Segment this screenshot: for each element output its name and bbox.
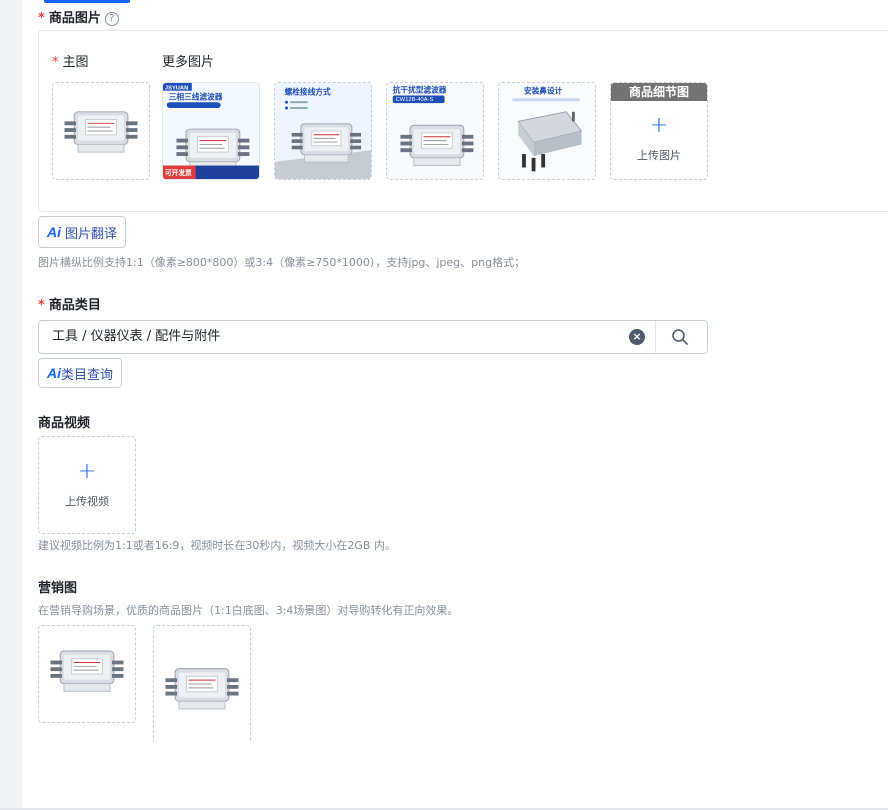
more-images-label: 更多图片 <box>162 55 215 70</box>
marketing-image-square[interactable] <box>38 625 136 723</box>
category-search-field[interactable]: 工具 / 仪器仪表 / 配件与附件 × <box>38 320 708 354</box>
filter-product-image <box>165 668 239 710</box>
main-image-thumb[interactable] <box>52 82 150 180</box>
left-gutter <box>0 0 22 810</box>
filter-product-image <box>50 650 124 692</box>
ai-icon: Ai <box>47 224 61 240</box>
upload-video-text: 上传视频 <box>65 495 109 508</box>
video-label: 商品视频 <box>38 416 91 431</box>
required-mark: * <box>38 11 45 26</box>
thumb-title: 螺栓接线方式 <box>285 87 331 97</box>
question-circle-icon[interactable]: ? <box>104 12 119 26</box>
thumb-title: 安装鼻设计 <box>524 86 563 96</box>
filter-product-image <box>64 111 138 153</box>
category-value: 工具 / 仪器仪表 / 配件与附件 <box>52 329 221 344</box>
marketing-image-portrait[interactable] <box>153 625 251 741</box>
thumb-badge: 可开发票 <box>165 168 192 177</box>
ai-icon: Ai <box>47 365 61 381</box>
detail-image-header: 商品细节图 <box>611 83 707 101</box>
image-ratio-hint: 图片横纵比例支持1:1（像素≥800*800）或3:4（像素≥750*1000）… <box>38 256 526 269</box>
more-image-thumb-2[interactable]: 螺栓接线方式 <box>274 82 372 180</box>
active-tab-indicator <box>44 0 130 3</box>
more-image-thumb-3[interactable]: 抗干扰型滤波器 CW12B-40A-S <box>386 82 484 180</box>
search-divider <box>655 321 656 353</box>
ai-image-translate-label: 图片翻译 <box>65 226 118 242</box>
product-images-label: * 商品图片? <box>38 7 119 26</box>
ai-category-query-button[interactable]: Ai 类目查询 <box>38 358 123 388</box>
main-image-label: * 主图 <box>52 55 89 70</box>
thumb-model: CW12B-40A-S <box>396 97 434 103</box>
detail-image-upload[interactable]: 商品细节图 + 上传图片 <box>610 82 708 180</box>
required-mark: * <box>38 298 45 313</box>
video-hint: 建议视频比例为1:1或者16:9，视频时长在30秒内，视频大小在2GB 内。 <box>38 539 396 552</box>
thumb-title: 三相三线滤波器 <box>169 91 223 101</box>
clear-icon[interactable]: × <box>629 329 645 345</box>
search-icon[interactable] <box>671 328 689 346</box>
upload-image-text: 上传图片 <box>637 149 681 162</box>
ai-image-translate-button[interactable]: Ai 图片翻译 <box>38 216 127 248</box>
category-label: * 商品类目 <box>38 298 101 313</box>
thumb-brand: JSYUAN <box>165 86 188 92</box>
more-image-thumb-4[interactable]: 安装鼻设计 <box>498 82 596 180</box>
marketing-label: 营销图 <box>38 581 78 596</box>
more-image-thumb-1[interactable]: JSYUAN 三相三线滤波器 可开发票 <box>162 82 260 180</box>
marketing-hint: 在营销导购场景，优质的商品图片（1:1白底图、3:4场景图）对导购转化有正向效果… <box>38 604 459 617</box>
ai-category-query-label: 类目查询 <box>61 367 114 383</box>
plus-icon: + <box>77 459 97 484</box>
plus-icon: + <box>649 113 669 138</box>
video-upload[interactable]: + 上传视频 <box>38 436 136 534</box>
thumb-title: 抗干扰型滤波器 <box>393 85 447 95</box>
